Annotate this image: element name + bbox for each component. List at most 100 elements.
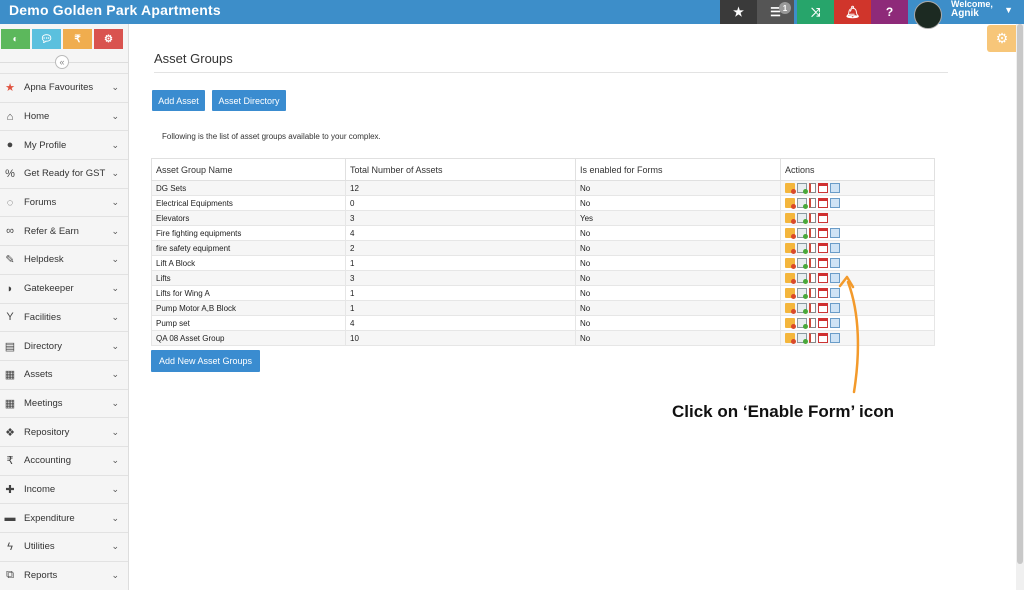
edit-group-icon[interactable] <box>785 318 796 329</box>
app-title[interactable]: Demo Golden Park Apartments <box>9 2 221 18</box>
view-list-icon[interactable] <box>809 333 816 343</box>
edit-group-icon[interactable] <box>785 333 796 344</box>
sidebar-item-refer-earn[interactable]: ∞ Refer & Earn ⌄ <box>0 216 128 245</box>
add-asset-icon[interactable] <box>797 333 808 344</box>
sidebar-item-label: Accounting <box>24 455 72 467</box>
chevron-down-icon: ⌄ <box>111 197 119 208</box>
settings-panel-toggle[interactable]: ⚙ <box>987 25 1017 52</box>
bolt-icon: ϟ <box>7 540 13 553</box>
sidebar-item-helpdesk[interactable]: ✎ Helpdesk ⌄ <box>0 245 128 274</box>
add-asset-icon[interactable] <box>797 183 808 194</box>
enable-form-icon[interactable] <box>830 183 840 193</box>
calendar-icon[interactable] <box>818 198 828 208</box>
user-menu[interactable]: Welcome, Agnik ▼ <box>908 0 1024 29</box>
sidebar-item-directory[interactable]: ▤ Directory ⌄ <box>0 331 128 360</box>
collapse-sidebar-button[interactable]: « <box>55 55 69 69</box>
calendar-icon[interactable] <box>818 273 828 283</box>
sidebar-item-assets[interactable]: ▦ Assets ⌄ <box>0 359 128 389</box>
edit-group-icon[interactable] <box>785 198 796 209</box>
enable-form-icon[interactable] <box>830 243 840 253</box>
calendar-icon[interactable] <box>818 303 828 313</box>
switch-button[interactable]: ⤨ <box>797 0 834 24</box>
calendar-icon[interactable] <box>818 318 828 328</box>
sidebar-item-expenditure[interactable]: ▬ Expenditure ⌄ <box>0 503 128 532</box>
add-asset-icon[interactable] <box>797 198 808 209</box>
notifications-button[interactable]: 🔔︎ <box>834 0 871 24</box>
help-button[interactable]: ? <box>871 0 908 24</box>
add-asset-icon[interactable] <box>797 258 808 269</box>
view-list-icon[interactable] <box>809 198 816 208</box>
view-list-icon[interactable] <box>809 228 816 238</box>
edit-group-icon[interactable] <box>785 288 796 299</box>
chevron-down-icon: ⌄ <box>111 541 119 552</box>
enabled-for-forms-cell: No <box>575 180 781 196</box>
view-list-icon[interactable] <box>809 318 816 328</box>
calendar-icon[interactable] <box>818 213 828 223</box>
add-asset-icon[interactable] <box>797 303 808 314</box>
scrollbar-thumb[interactable] <box>1017 24 1023 564</box>
view-list-icon[interactable] <box>809 273 816 283</box>
edit-group-icon[interactable] <box>785 213 796 224</box>
dashboard-quick-button[interactable]: ◐ <box>1 29 30 49</box>
edit-group-icon[interactable] <box>785 303 796 314</box>
view-list-icon[interactable] <box>809 303 816 313</box>
calendar-icon: ▦ <box>4 397 16 410</box>
view-list-icon[interactable] <box>809 243 816 253</box>
sidebar-item-meetings[interactable]: ▦ Meetings ⌄ <box>0 388 128 418</box>
add-asset-icon[interactable] <box>797 318 808 329</box>
vertical-scrollbar[interactable] <box>1016 24 1024 590</box>
sidebar-item-gst[interactable]: % Get Ready for GST ⌄ <box>0 159 128 188</box>
sidebar-item-accounting[interactable]: ₹ Accounting ⌄ <box>0 445 128 475</box>
calendar-icon[interactable] <box>818 228 828 238</box>
favourites-star-button[interactable]: ★ <box>720 0 757 24</box>
calendar-icon[interactable] <box>818 183 828 193</box>
column-header: Is enabled for Forms <box>575 158 781 181</box>
view-list-icon[interactable] <box>809 213 816 223</box>
edit-group-icon[interactable] <box>785 243 796 254</box>
asset-group-name-cell: Elevators <box>151 210 346 226</box>
edit-group-icon[interactable] <box>785 258 796 269</box>
edit-group-icon[interactable] <box>785 228 796 239</box>
sidebar-item-my-profile[interactable]: ● My Profile ⌄ <box>0 130 128 159</box>
sidebar-item-home[interactable]: ⌂ Home ⌄ <box>0 101 128 131</box>
sidebar-item-apna-favourites[interactable]: ★ Apna Favourites ⌄ <box>0 73 128 102</box>
calendar-icon[interactable] <box>818 288 828 298</box>
add-asset-icon[interactable] <box>797 243 808 254</box>
calendar-icon[interactable] <box>818 333 828 343</box>
table-row: Electrical Equipments 0 No <box>151 195 935 211</box>
view-list-icon[interactable] <box>809 288 816 298</box>
column-header: Asset Group Name <box>151 158 346 181</box>
edit-group-icon[interactable] <box>785 183 796 194</box>
action-icons <box>785 213 934 224</box>
notices-list-button[interactable]: ☰ 1 <box>757 0 794 24</box>
enable-form-icon[interactable] <box>830 258 840 268</box>
enable-form-icon[interactable] <box>830 198 840 208</box>
add-asset-icon[interactable] <box>797 228 808 239</box>
sidebar-item-repository[interactable]: ❖ Repository ⌄ <box>0 417 128 446</box>
chat-icon: 💬︎ <box>40 33 53 45</box>
add-asset-button[interactable]: Add Asset <box>152 90 205 111</box>
view-list-icon[interactable] <box>809 258 816 268</box>
table-row: QA 08 Asset Group 10 No <box>151 330 935 346</box>
sidebar-item-forums[interactable]: ◌ Forums ⌄ <box>0 187 128 217</box>
rupee-quick-button[interactable]: ₹ <box>63 29 92 49</box>
calendar-icon[interactable] <box>818 258 828 268</box>
settings-quick-button[interactable]: ⚙ <box>94 29 123 49</box>
view-list-icon[interactable] <box>809 183 816 193</box>
comments-icon: ◌ <box>6 196 14 209</box>
edit-group-icon[interactable] <box>785 273 796 284</box>
add-asset-icon[interactable] <box>797 288 808 299</box>
asset-directory-button[interactable]: Asset Directory <box>212 90 286 111</box>
asset-group-name-cell: QA 08 Asset Group <box>151 330 346 346</box>
add-asset-icon[interactable] <box>797 273 808 284</box>
chat-quick-button[interactable]: 💬︎ <box>32 29 61 49</box>
add-new-asset-groups-button[interactable]: Add New Asset Groups <box>151 350 260 372</box>
enable-form-icon[interactable] <box>830 228 840 238</box>
sidebar-item-income[interactable]: ✚ Income ⌄ <box>0 474 128 504</box>
sidebar-item-gatekeeper[interactable]: ◗ Gatekeeper ⌄ <box>0 273 128 303</box>
sidebar-item-utilities[interactable]: ϟ Utilities ⌄ <box>0 532 128 561</box>
sidebar-item-reports[interactable]: ⧉ Reports ⌄ <box>0 560 128 590</box>
calendar-icon[interactable] <box>818 243 828 253</box>
sidebar-item-facilities[interactable]: Y Facilities ⌄ <box>0 302 128 332</box>
add-asset-icon[interactable] <box>797 213 808 224</box>
